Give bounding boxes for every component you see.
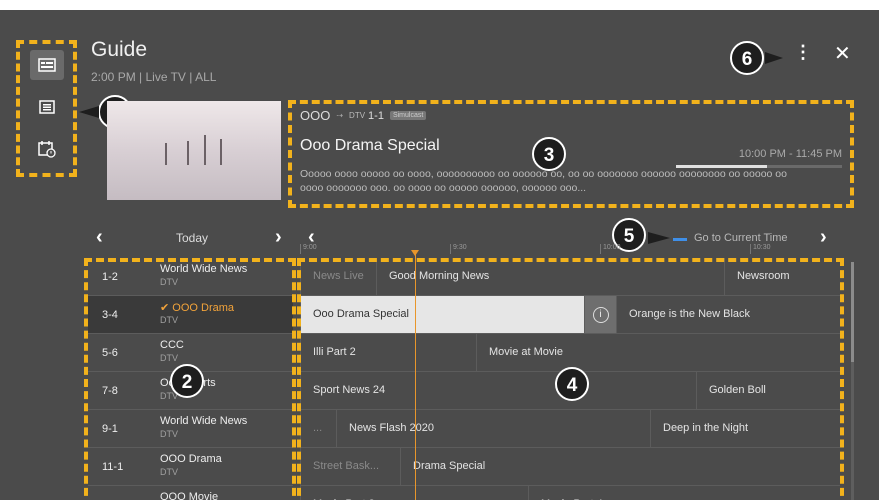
program-cell[interactable]: Movie at Movie — [476, 334, 840, 371]
program-cell[interactable]: Golden Boll — [696, 372, 840, 409]
current-time-indicator — [673, 238, 687, 241]
program-cell[interactable]: Deep in the Night — [650, 410, 840, 447]
callout-badge-6: 6 — [730, 41, 764, 75]
callout-badge-4: 4 — [555, 367, 589, 401]
channel-number: 1-1 — [368, 109, 384, 122]
channel-type: DTV — [160, 429, 178, 439]
callout-badge-2: 2 — [170, 364, 204, 398]
tick-label: 9:30 — [450, 244, 467, 254]
program-cell[interactable]: Street Bask... — [300, 448, 400, 485]
channel-row[interactable]: 11-1 OOO Drama DTV — [88, 448, 293, 486]
guide-view-icon — [38, 58, 56, 72]
channel-name: OOO Drama — [160, 453, 222, 465]
channel-number: 1-2 — [102, 271, 118, 283]
callout-arrow-5 — [648, 232, 670, 244]
guide-view-button[interactable] — [30, 50, 64, 80]
program-row: Movie Part 3 Movie Part 4 — [300, 486, 840, 500]
program-cell[interactable]: Sport News 24 — [300, 372, 696, 409]
page-title: Guide — [91, 38, 148, 61]
program-progress — [676, 165, 842, 168]
program-cell[interactable]: Illi Part 2 — [300, 334, 476, 371]
schedule-icon — [38, 141, 56, 158]
tick-label: 10:00 — [600, 244, 621, 254]
favorite-check-icon: ✔ — [160, 302, 173, 314]
channel-number: 3-4 — [102, 309, 118, 321]
channel-name: ✔ OOO Drama — [160, 301, 234, 314]
channel-name: CCC — [160, 339, 184, 351]
scrollbar[interactable] — [851, 262, 854, 500]
channel-type: DTV — [160, 467, 178, 477]
callout-arrow-6 — [765, 52, 783, 64]
callout-arrow-1 — [79, 106, 99, 118]
program-thumbnail — [107, 101, 281, 200]
now-marker-line — [415, 254, 416, 500]
program-cell[interactable]: Good Morning News — [376, 258, 724, 295]
program-time: 10:00 PM - 11:45 PM — [738, 148, 842, 160]
channel-number: 9-1 — [102, 423, 118, 435]
callout-badge-3: 3 — [532, 137, 566, 171]
channel-type: DTV — [160, 353, 178, 363]
program-row: News Live Good Morning News Newsroom — [300, 258, 840, 296]
channel-row[interactable]: 9-1 World Wide News DTV — [88, 410, 293, 448]
program-info-button[interactable]: i — [584, 296, 616, 333]
channel-row-selected[interactable]: 3-4 ✔ OOO Drama DTV — [88, 296, 293, 334]
program-info: OOO ⇢ DTV 1-1 Simulcast Ooo Drama Specia… — [300, 108, 844, 195]
channel-number: 11-1 — [102, 461, 124, 473]
program-row: Ooo Drama Special i Orange is the New Bl… — [300, 296, 840, 334]
timeline-ticks: 9:00 9:30 10:00 10:30 — [300, 244, 840, 258]
next-day-arrow[interactable]: › — [275, 226, 282, 249]
go-to-current-time[interactable]: Go to Current Time — [694, 232, 788, 244]
simulcast-tag: Simulcast — [389, 111, 427, 120]
program-cell[interactable]: Newsroom — [724, 258, 840, 295]
antenna-icon: ⇢ — [336, 111, 344, 120]
channel-name: World Wide News — [160, 415, 248, 427]
channel-number: 5-6 — [102, 347, 118, 359]
program-row: Street Bask... Drama Special — [300, 448, 840, 486]
tv-guide-screen: 1 Guide 2:00 PM | Live TV | ALL ⋮ ✕ 6 OO… — [0, 10, 879, 500]
program-cell[interactable]: Movie Part 3 — [300, 486, 528, 500]
page-subtitle: 2:00 PM | Live TV | ALL — [91, 70, 217, 84]
info-icon: i — [592, 307, 609, 323]
channel-name: World Wide News — [160, 263, 248, 275]
channel-type: DTV — [160, 315, 178, 325]
scrollbar-thumb[interactable] — [851, 262, 854, 362]
channel-row[interactable]: 000-000OOO MovieDTV — [88, 486, 293, 500]
program-cell[interactable]: Movie Part 4 — [528, 486, 840, 500]
channel-number: 7-8 — [102, 385, 118, 397]
channel-name-text: OOO Drama — [172, 302, 235, 314]
program-row: ... News Flash 2020 Deep in the Night — [300, 410, 840, 448]
more-options-icon[interactable]: ⋮ — [794, 42, 812, 63]
program-description: Ooooo oooo ooooo oo oooo, oooooooooo oo … — [300, 168, 787, 194]
program-cell[interactable]: News Live — [300, 258, 376, 295]
channel-line: OOO ⇢ DTV 1-1 Simulcast — [300, 108, 844, 123]
prev-day-arrow[interactable]: ‹ — [96, 226, 103, 249]
channel-name: OOO — [300, 108, 331, 123]
day-label: Today — [176, 231, 209, 245]
program-cell[interactable]: Orange is the New Black — [616, 296, 840, 333]
channel-name: OOO Movie — [160, 491, 219, 500]
program-cell[interactable]: ... — [300, 410, 336, 447]
channel-type: DTV — [160, 277, 178, 287]
schedule-button[interactable] — [30, 134, 64, 164]
close-icon[interactable]: ✕ — [834, 41, 851, 66]
list-view-button[interactable] — [30, 92, 64, 122]
program-cell[interactable]: Drama Special — [400, 448, 840, 485]
channel-type: DTV — [349, 111, 366, 120]
list-view-icon — [39, 100, 55, 114]
tick-label: 9:00 — [300, 244, 317, 254]
channel-row[interactable]: 1-2 World Wide News DTV — [88, 258, 293, 296]
tick-label: 10:30 — [750, 244, 771, 254]
program-cell[interactable]: News Flash 2020 — [336, 410, 650, 447]
program-cell-selected[interactable]: Ooo Drama Special — [300, 296, 584, 333]
